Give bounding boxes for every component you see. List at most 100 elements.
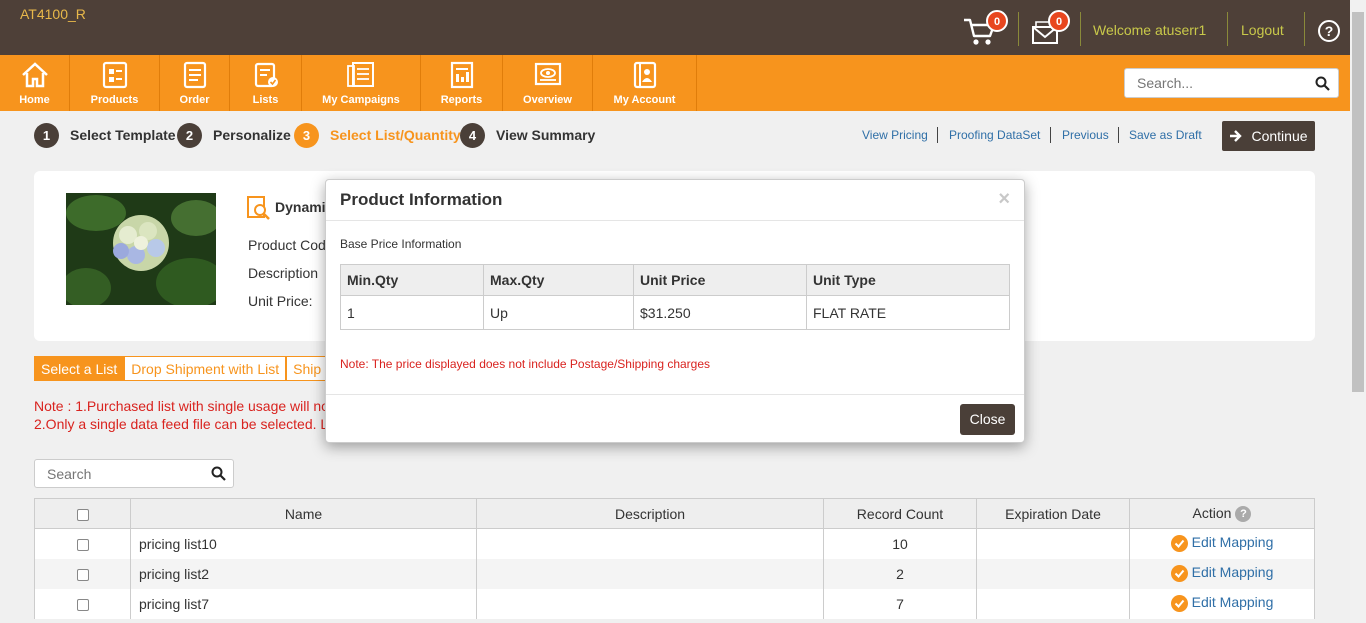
table-row: pricing list10 10 Edit Mapping [34,528,1315,559]
continue-label: Continue [1251,128,1308,144]
nav-label: Products [90,94,139,106]
search-icon[interactable] [211,466,226,481]
step-personalize[interactable]: 2 Personalize [177,122,291,148]
step-number: 3 [294,122,319,148]
edit-mapping-link[interactable]: Edit Mapping [1170,562,1274,582]
nav-label: My Campaigns [322,94,400,106]
save-as-draft-link[interactable]: Save as Draft [1129,128,1202,142]
row-description [476,528,824,559]
price-table: Min.Qty Max.Qty Unit Price Unit Type 1 U… [340,264,1010,330]
nav-label: My Account [613,94,676,106]
row-checkbox[interactable] [76,539,89,552]
step-number: 1 [34,122,59,148]
edit-mapping-link[interactable]: Edit Mapping [1170,592,1273,612]
col-record-count[interactable]: Record Count [823,498,977,529]
row-record-count: 7 [823,588,977,619]
row-expiration [976,558,1130,589]
note-line-2: 2.Only a single data feed file can be se… [34,416,343,432]
row-checkbox-cell [34,528,131,559]
step-label: Select List/Quantity [330,127,461,143]
product-search-icon [246,195,272,224]
nav-label: Reports [440,94,483,106]
close-icon[interactable]: × [998,188,1010,211]
row-action: Edit Mapping [1129,558,1315,589]
help-icon[interactable]: ? [1318,20,1340,42]
nav-label: Order [179,94,210,106]
previous-link[interactable]: Previous [1062,128,1109,142]
step-label: View Summary [496,127,596,143]
table-row: pricing list7 7 Edit Mapping [34,588,1315,619]
check-icon [1170,565,1188,582]
products-icon [102,61,127,89]
cart-count-badge: 0 [986,10,1008,32]
divider [1080,12,1081,46]
step-select-template[interactable]: 1 Select Template [34,122,176,148]
row-checkbox[interactable] [76,598,89,611]
note-line-1: Note : 1.Purchased list with single usag… [34,398,353,414]
price-row: 1 Up $31.250 FLAT RATE [340,295,1010,330]
lists-table: Name Description Record Count Expiration… [34,498,1315,619]
nav-overview[interactable]: Overview [503,55,593,111]
global-search-input[interactable] [1125,69,1305,97]
page-scrollbar-thumb[interactable] [1352,12,1364,392]
check-icon [1170,535,1188,553]
row-expiration [976,588,1130,619]
col-expiration-date[interactable]: Expiration Date [976,498,1130,529]
step-view-summary[interactable]: 4 View Summary [460,122,595,148]
help-icon[interactable]: ? [1235,506,1252,523]
tab-select-a-list[interactable]: Select a List [34,356,125,381]
col-description[interactable]: Description [476,498,824,529]
close-button[interactable]: Close [960,404,1015,435]
select-all-checkbox[interactable] [76,508,89,521]
divider [326,220,1024,221]
nav-label: Overview [523,94,572,106]
lists-icon [254,62,278,88]
edit-mapping-label: Edit Mapping [1191,534,1274,551]
view-pricing-link[interactable]: View Pricing [862,128,928,142]
overview-icon [534,62,561,86]
select-all-cell [34,498,131,529]
row-name: pricing list7 [130,588,477,619]
logout-link[interactable]: Logout [1241,22,1284,38]
nav-lists[interactable]: Lists [230,55,302,111]
arrow-right-icon [1230,130,1243,142]
row-record-count: 10 [823,528,977,559]
account-icon [633,61,656,89]
tab-drop-shipment[interactable]: Drop Shipment with List [124,356,287,381]
step-select-list-quantity[interactable]: 3 Select List/Quantity [294,122,461,148]
row-checkbox[interactable] [76,568,89,581]
nav-label: Lists [252,94,279,106]
mail-count-badge: 0 [1048,10,1070,32]
row-checkbox-cell [34,558,131,589]
col-name[interactable]: Name [130,498,477,529]
edit-mapping-link[interactable]: Edit Mapping [1170,532,1274,553]
row-expiration [976,528,1130,559]
edit-mapping-label: Edit Mapping [1191,564,1274,580]
site-id: AT4100_R [20,6,86,22]
nav-my-account[interactable]: My Account [593,55,697,111]
nav-home[interactable]: Home [0,55,70,111]
col-action: Action? [1129,498,1315,529]
col-unit-type: Unit Type [806,264,1010,296]
continue-button[interactable]: Continue [1222,121,1315,151]
nav-reports[interactable]: Reports [421,55,503,111]
nav-order[interactable]: Order [160,55,230,111]
divider [1050,127,1051,143]
global-search [1124,68,1339,98]
list-tabs: Select a List Drop Shipment with List Sh… [34,356,360,381]
step-number: 4 [460,122,485,148]
table-row: pricing list2 2 Edit Mapping [34,558,1315,589]
proofing-dataset-link[interactable]: Proofing DataSet [949,128,1040,142]
nav-products[interactable]: Products [70,55,160,111]
table-header-row: Name Description Record Count Expiration… [34,498,1315,529]
unit-price-label: Unit Price: [248,293,313,309]
search-icon[interactable] [1315,76,1330,91]
divider [326,394,1024,395]
nav-my-campaigns[interactable]: My Campaigns [302,55,421,111]
divider [1227,12,1228,46]
list-search-input[interactable] [35,460,195,487]
product-code-label: Product Code [248,237,334,253]
product-image [66,193,216,305]
col-min-qty: Min.Qty [340,264,484,296]
unit-type-value: FLAT RATE [806,295,1010,330]
